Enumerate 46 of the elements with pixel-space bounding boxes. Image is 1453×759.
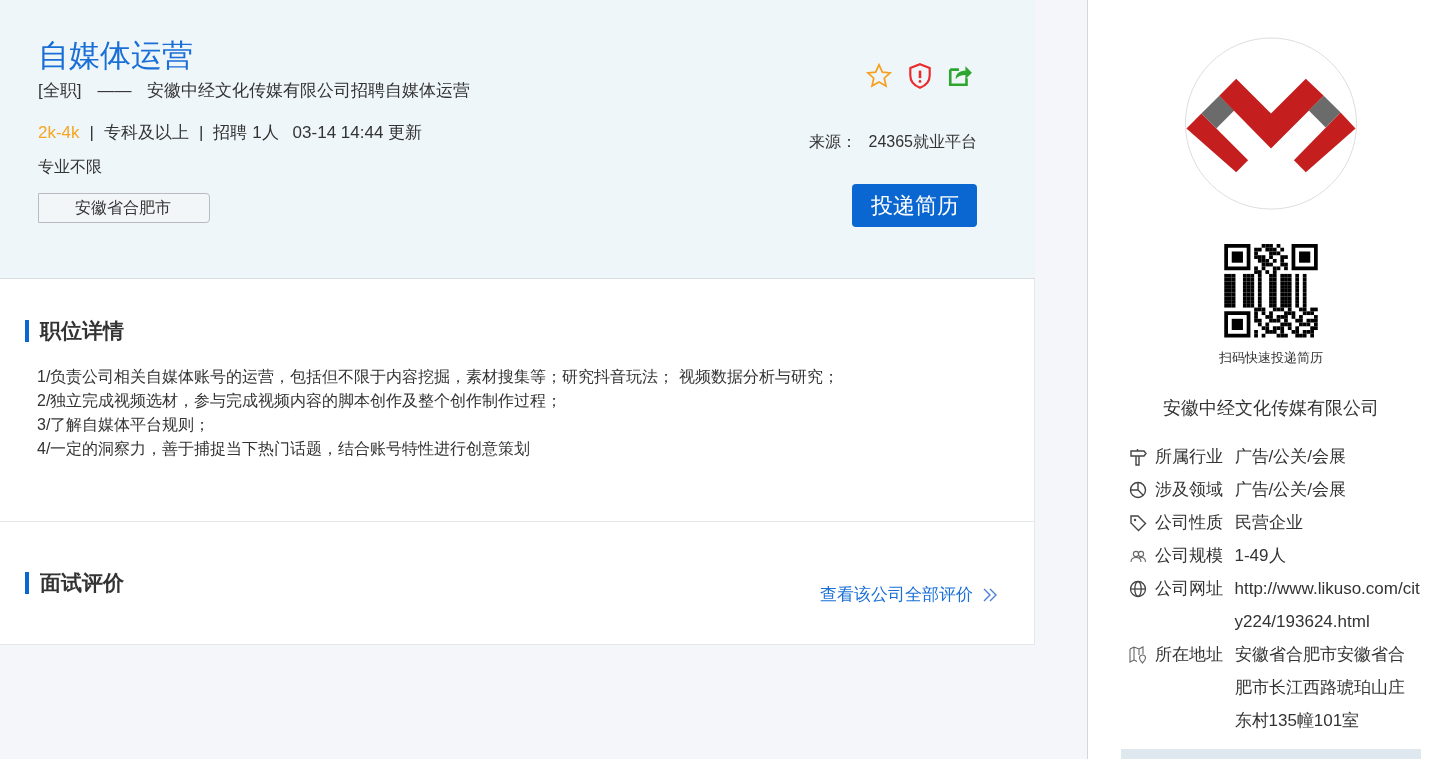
separator: | xyxy=(89,121,94,144)
info-label: 涉及领域 xyxy=(1154,479,1224,502)
job-meta: 招聘 1人 xyxy=(213,121,279,144)
signpost-icon xyxy=(1128,447,1147,466)
info-label: 所在地址 xyxy=(1154,644,1224,667)
pie-chart-icon xyxy=(1128,480,1147,499)
description-line: 1/负责公司相关自媒体账号的运营，包括但不限于内容挖掘，素材搜集等；研究抖音玩法； 视频数据分析与研究； xyxy=(37,366,840,387)
map-pin-icon xyxy=(1128,645,1147,664)
section-marker xyxy=(25,571,29,594)
job-headline: 安徽中经文化传媒有限公司招聘自媒体运营 xyxy=(147,80,471,102)
major-requirement: 专业不限 xyxy=(38,157,103,177)
description-line: 3/了解自媒体平台规则； xyxy=(37,414,212,435)
info-value: 广告/公关/会展 xyxy=(1234,479,1347,502)
all-reviews-link[interactable]: 查看该公司全部评价 xyxy=(820,582,997,608)
info-value: 安徽省合肥市安徽省合肥市长江西路琥珀山庄东村135幢101室 xyxy=(1234,644,1406,733)
star-icon[interactable] xyxy=(865,62,893,90)
location-tag: 安徽省合肥市 xyxy=(38,193,210,223)
description-line: 2/独立完成视频选材，参与完成视频内容的脚本创作及整个创作制作过程； xyxy=(37,390,564,411)
website-link[interactable]: http://www.likuso.com/city224/193624.html xyxy=(1234,572,1421,639)
update-time: 03-14 14:44 更新 xyxy=(292,121,423,144)
dash-separator: —— xyxy=(97,80,132,102)
info-label: 所属行业 xyxy=(1154,446,1224,469)
info-label: 公司规模 xyxy=(1154,545,1224,568)
info-label: 公司网址 xyxy=(1154,578,1224,601)
shield-alert-icon[interactable] xyxy=(907,62,933,90)
job-meta: 专科及以上 xyxy=(104,121,189,144)
description-line: 4/一定的洞察力，善于捕捉当下热门话题，结合账号特性进行创意策划 xyxy=(37,438,532,459)
globe-icon xyxy=(1128,579,1147,598)
qr-caption: 扫码快速投递简历 xyxy=(1218,348,1323,367)
double-chevron-icon xyxy=(983,587,997,602)
section-title: 面试评价 xyxy=(40,570,124,596)
section-title: 职位详情 xyxy=(40,318,124,344)
apply-button[interactable]: 投递简历 xyxy=(852,184,977,227)
section-marker xyxy=(25,319,29,342)
info-value: 1-49人 xyxy=(1234,545,1287,568)
source-name: 24365就业平台 xyxy=(868,132,977,152)
job-title: 自媒体运营 xyxy=(38,37,194,75)
separator: | xyxy=(199,121,204,144)
info-label: 公司性质 xyxy=(1154,512,1224,535)
info-value: 广告/公关/会展 xyxy=(1234,446,1347,469)
info-value: 民营企业 xyxy=(1234,512,1304,535)
job-type: [全职] xyxy=(38,80,82,102)
salary: 2k-4k xyxy=(38,121,80,144)
company-name: 安徽中经文化传媒有限公司 xyxy=(1162,397,1379,421)
tag-icon xyxy=(1128,513,1147,532)
source-label: 来源： xyxy=(808,132,857,152)
